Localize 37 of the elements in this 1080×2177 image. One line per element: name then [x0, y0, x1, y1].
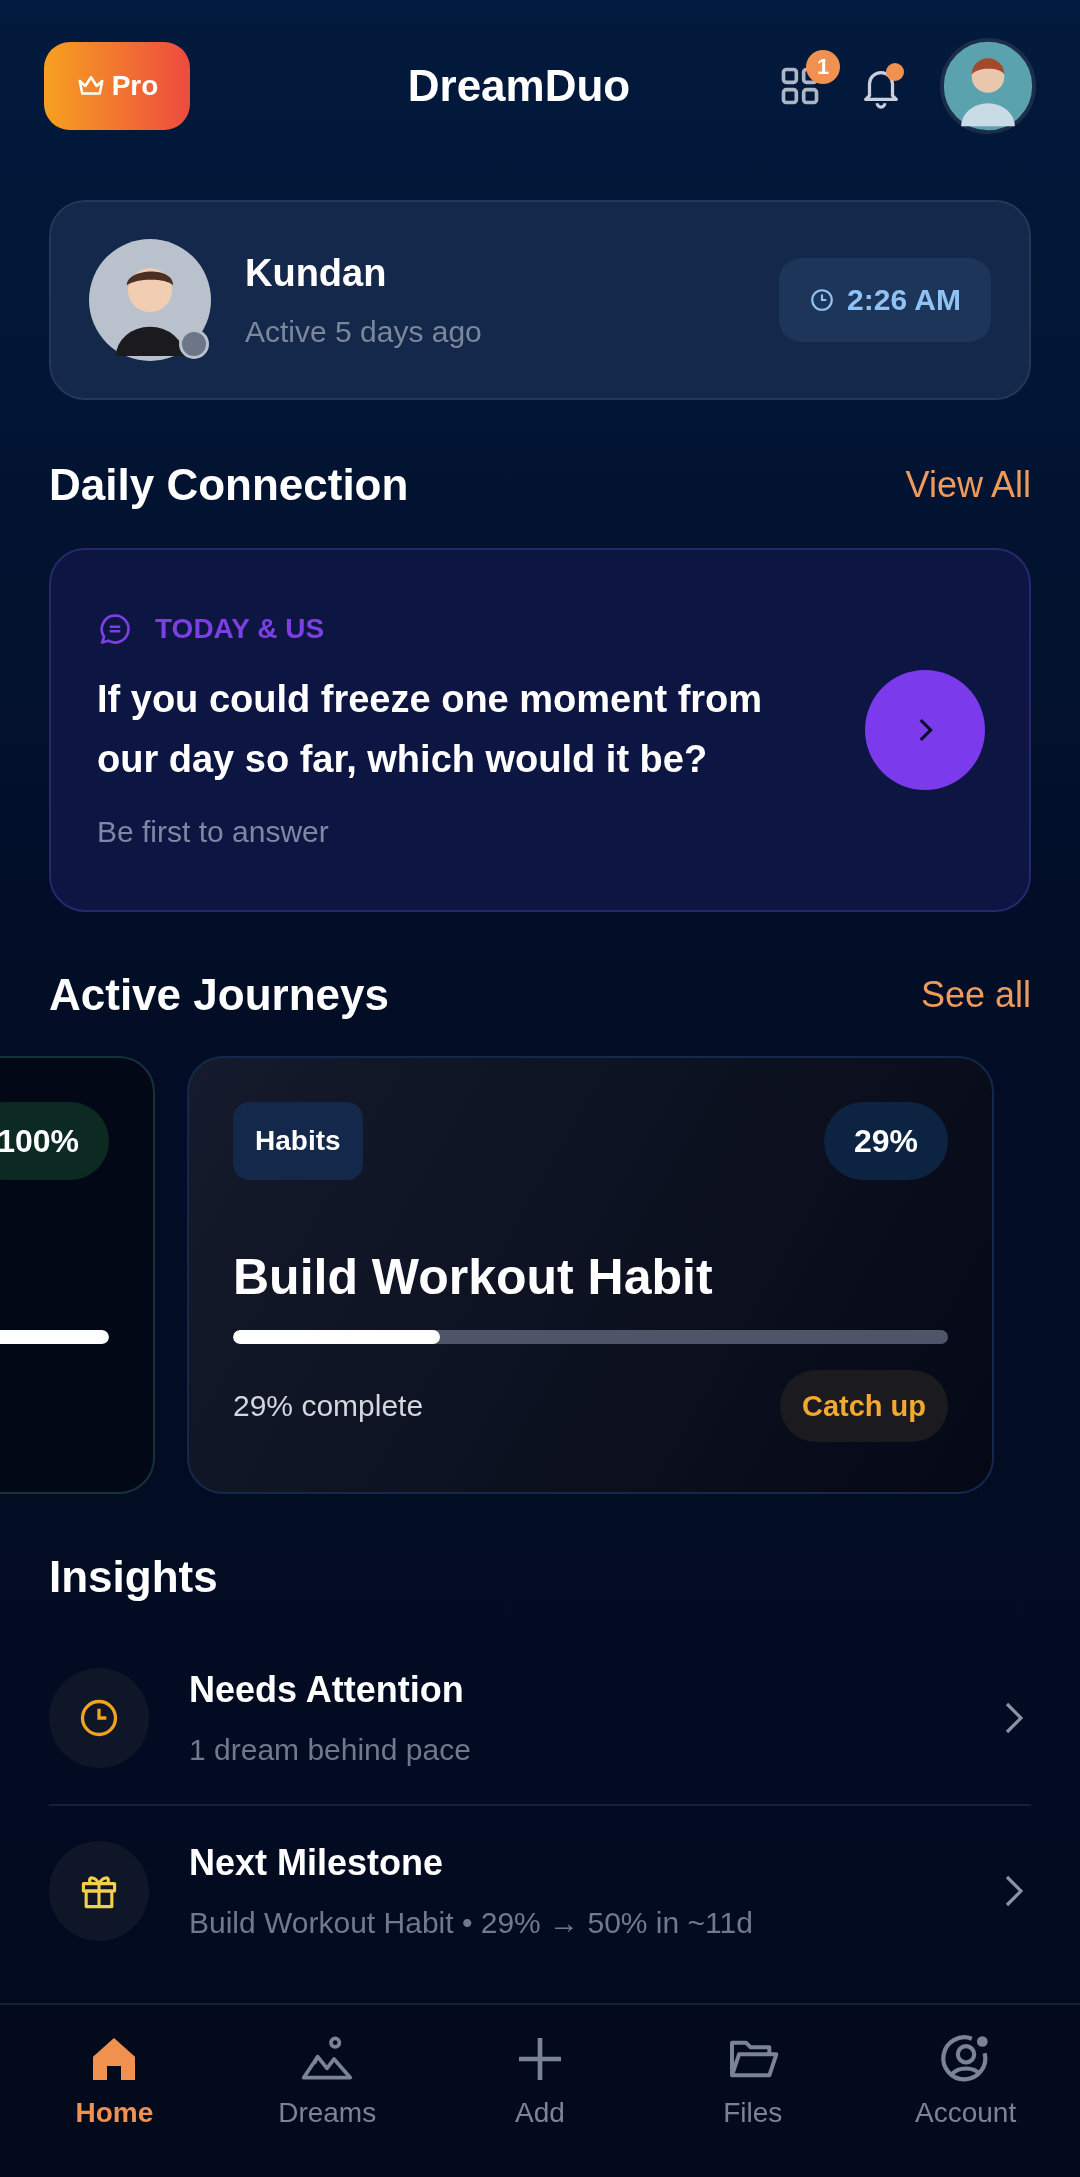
- section-heading: Daily Connection: [49, 460, 409, 510]
- insight-title: Needs Attention: [189, 1669, 465, 1711]
- insight-detail: Build Workout Habit • 29% → 50% in ~11d: [189, 1906, 754, 1940]
- notification-badge: 1: [806, 50, 840, 84]
- nav-tab[interactable]: Add: [450, 2005, 630, 2177]
- category-label: TODAY & US: [155, 613, 325, 645]
- nav-tab[interactable]: Files: [662, 2005, 843, 2177]
- nav-tab[interactable]: Home: [24, 2005, 205, 2177]
- percent-pill: 100%: [0, 1102, 109, 1180]
- journey-card[interactable]: 100%: [0, 1056, 155, 1494]
- chevron-right-icon: [1005, 1702, 1023, 1734]
- nav-tab[interactable]: Account: [875, 2005, 1056, 2177]
- view-all-link[interactable]: View All: [905, 464, 1031, 506]
- journey-card[interactable]: Habits 29% Build Workout Habit 29% complete Catch up: [187, 1056, 994, 1494]
- partner-name: Kundan: [245, 251, 388, 295]
- activity-status: Active 5 days ago: [245, 314, 483, 349]
- section-heading: Insights: [49, 1552, 219, 1602]
- insight-row[interactable]: Next Milestone Build Workout Habit • 29% → 50% in ~11d: [49, 1804, 1031, 1976]
- insight-row[interactable]: Needs Attention 1 dream behind pace: [49, 1632, 1031, 1804]
- insight-detail: 1 dream behind pace: [189, 1733, 472, 1767]
- app-title: DreamDuo: [407, 61, 631, 111]
- nav-tab[interactable]: Dreams: [237, 2005, 418, 2177]
- question-text: If you could freeze one moment from our day so far, which would it be?: [97, 677, 764, 782]
- time-text: 2:26 AM: [847, 283, 961, 317]
- section-heading: Active Journeys: [49, 970, 389, 1020]
- chevron-right-icon: [1005, 1875, 1023, 1907]
- chat-icon: [97, 611, 133, 647]
- catch-up-button[interactable]: Catch up: [779, 1370, 948, 1442]
- progress-caption: 29% complete: [233, 1389, 424, 1423]
- answer-hint: Be first to answer: [97, 815, 330, 849]
- insight-title: Next Milestone: [189, 1842, 445, 1884]
- category-chip: Habits: [233, 1102, 363, 1180]
- journey-title: Build Workout Habit: [233, 1248, 714, 1307]
- avatar[interactable]: [940, 38, 1036, 134]
- clock-icon: [809, 287, 836, 313]
- percent-pill: 29%: [823, 1102, 948, 1180]
- see-all-link[interactable]: See all: [920, 974, 1031, 1016]
